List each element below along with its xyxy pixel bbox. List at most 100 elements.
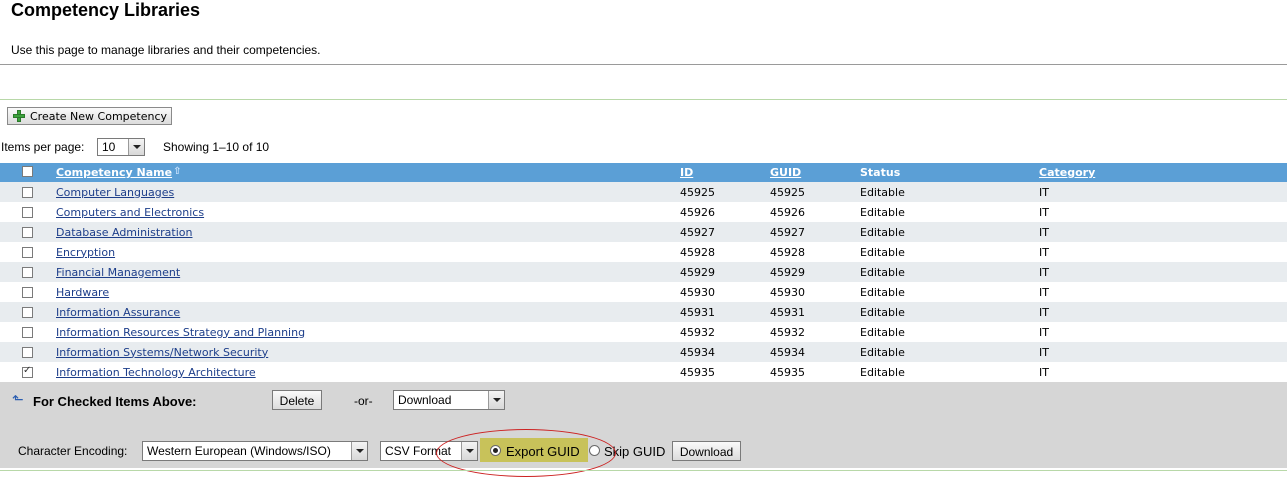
row-guid: 45928: [770, 242, 860, 262]
table-row: Information Resources Strategy and Plann…: [0, 322, 1287, 342]
row-name-cell: Database Administration: [56, 222, 680, 242]
table-row: Hardware 45930 45930 Editable IT: [0, 282, 1287, 302]
competency-name-link[interactable]: Information Resources Strategy and Plann…: [56, 326, 305, 339]
row-checkbox[interactable]: [22, 267, 33, 278]
chevron-down-icon[interactable]: [128, 139, 144, 155]
download-button[interactable]: Download: [672, 441, 741, 461]
chevron-down-icon[interactable]: [351, 442, 367, 460]
competency-name-link[interactable]: Information Assurance: [56, 306, 180, 319]
row-id: 45926: [680, 202, 770, 222]
create-competency-label: Create New Competency: [30, 109, 168, 123]
row-checkbox[interactable]: [22, 365, 33, 378]
competency-name-link[interactable]: Computer Languages: [56, 186, 174, 199]
competency-name-link[interactable]: Computers and Electronics: [56, 206, 204, 219]
page-description: Use this page to manage libraries and th…: [11, 43, 321, 57]
row-name-cell: Financial Management: [56, 262, 680, 282]
table-row: Computer Languages 45925 45925 Editable IT: [0, 182, 1287, 202]
row-status: Editable: [860, 282, 1039, 302]
table-row: Database Administration 45927 45927 Editabl…: [0, 222, 1287, 242]
row-checkbox[interactable]: [22, 307, 33, 318]
showing-count: Showing 1–10 of 10: [163, 140, 270, 154]
header-name: Competency Name⇧: [56, 163, 680, 182]
row-id: 45930: [680, 282, 770, 302]
sort-arrow-icon: ⇧: [173, 166, 182, 177]
row-select-cell: [0, 182, 56, 202]
row-id: 45935: [680, 362, 770, 382]
sort-by-id-link[interactable]: ID: [680, 166, 693, 179]
competency-name-link[interactable]: Hardware: [56, 286, 109, 299]
row-checkbox[interactable]: [22, 287, 33, 298]
row-checkbox[interactable]: [22, 247, 33, 258]
row-checkbox[interactable]: [22, 187, 33, 198]
competency-name-link[interactable]: Information Technology Architecture: [56, 366, 256, 379]
divider-green: [0, 99, 1287, 100]
items-per-page-select[interactable]: 10: [97, 138, 145, 156]
row-category: IT: [1039, 182, 1287, 202]
row-guid: 45935: [770, 362, 860, 382]
row-select-cell: [0, 222, 56, 242]
divider-green-bottom: [0, 470, 1287, 471]
sort-by-name-link[interactable]: Competency Name: [56, 166, 172, 179]
row-checkbox[interactable]: [22, 207, 33, 218]
row-category: IT: [1039, 222, 1287, 242]
competency-name-link[interactable]: Database Administration: [56, 226, 192, 239]
row-name-cell: Information Resources Strategy and Plann…: [56, 322, 680, 342]
row-status: Editable: [860, 242, 1039, 262]
row-select-cell: [0, 322, 56, 342]
row-name-cell: Hardware: [56, 282, 680, 302]
sort-by-category-link[interactable]: Category: [1039, 166, 1095, 179]
encoding-select[interactable]: Western European (Windows/ISO): [142, 441, 368, 461]
row-category: IT: [1039, 242, 1287, 262]
table-row: Financial Management 45929 45929 Editable IT: [0, 262, 1287, 282]
row-category: IT: [1039, 202, 1287, 222]
competency-name-link[interactable]: Financial Management: [56, 266, 180, 279]
competency-name-link[interactable]: Information Systems/Network Security: [56, 346, 268, 359]
header-id: ID: [680, 163, 770, 182]
row-status: Editable: [860, 362, 1039, 382]
create-competency-button[interactable]: Create New Competency: [7, 107, 173, 125]
row-select-cell: [0, 302, 56, 322]
row-guid: 45929: [770, 262, 860, 282]
table-row: Information Systems/Network Security 4593…: [0, 342, 1287, 362]
select-all-checkbox[interactable]: [22, 165, 33, 177]
header-guid: GUID: [770, 163, 860, 182]
row-category: IT: [1039, 302, 1287, 322]
header-status: Status: [860, 163, 1039, 182]
row-guid: 45932: [770, 322, 860, 342]
row-name-cell: Information Assurance: [56, 302, 680, 322]
divider: [0, 64, 1287, 65]
row-category: IT: [1039, 282, 1287, 302]
row-category: IT: [1039, 262, 1287, 282]
chevron-down-icon[interactable]: [488, 391, 504, 409]
row-category: IT: [1039, 322, 1287, 342]
row-checkbox[interactable]: [22, 327, 33, 338]
row-select-cell: [0, 262, 56, 282]
row-name-cell: Computers and Electronics: [56, 202, 680, 222]
row-select-cell: [0, 342, 56, 362]
row-checkbox[interactable]: [22, 227, 33, 238]
row-select-cell: [0, 202, 56, 222]
row-id: 45934: [680, 342, 770, 362]
row-guid: 45926: [770, 202, 860, 222]
download-action-value: Download: [398, 393, 452, 407]
row-status: Editable: [860, 222, 1039, 242]
table-row: Information Assurance 45931 45931 Editable I…: [0, 302, 1287, 322]
row-guid: 45925: [770, 182, 860, 202]
delete-button[interactable]: Delete: [272, 390, 322, 410]
row-name-cell: Computer Languages: [56, 182, 680, 202]
row-id: 45925: [680, 182, 770, 202]
row-id: 45928: [680, 242, 770, 262]
row-status: Editable: [860, 302, 1039, 322]
row-name-cell: Encryption: [56, 242, 680, 262]
row-checkbox[interactable]: [22, 347, 33, 358]
row-select-cell: [0, 282, 56, 302]
row-guid: 45927: [770, 222, 860, 242]
up-arrow-icon: ⬑: [12, 391, 24, 407]
items-per-page-value: 10: [102, 140, 116, 154]
sort-by-guid-link[interactable]: GUID: [770, 166, 801, 179]
download-action-select[interactable]: Download: [393, 390, 505, 410]
row-guid: 45930: [770, 282, 860, 302]
competency-name-link[interactable]: Encryption: [56, 246, 115, 259]
competency-table: Competency Name⇧ ID GUID Status Category…: [0, 163, 1287, 382]
checked-items-label: For Checked Items Above:: [33, 394, 197, 409]
